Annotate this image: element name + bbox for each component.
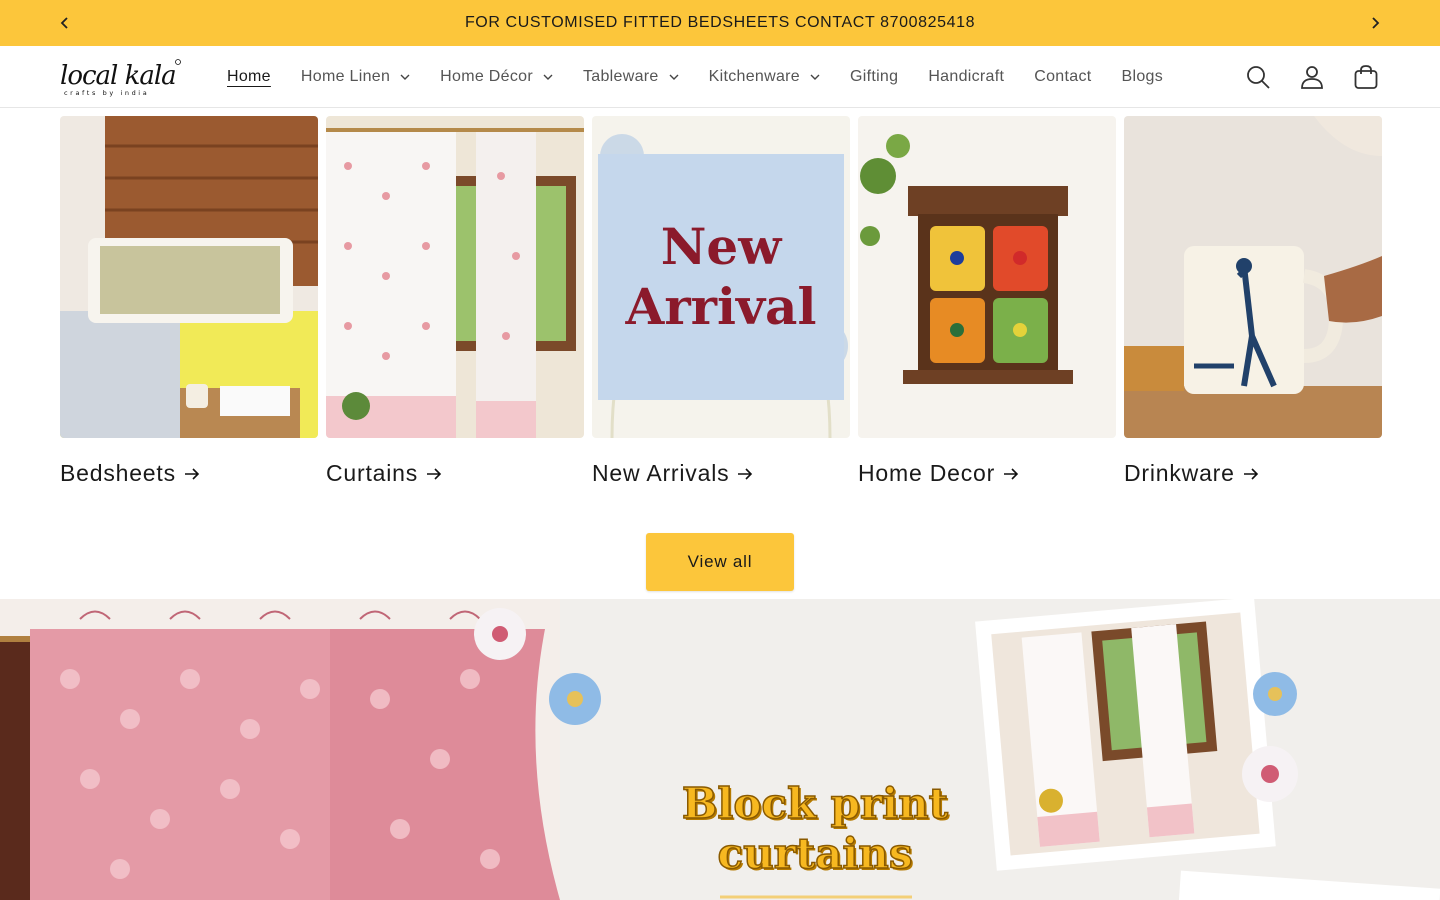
arrow-right-icon [427,467,442,480]
chevron-left-icon [60,17,68,29]
nav-item-home-decor[interactable]: Home Décor [425,46,568,108]
announcement-text: FOR CUSTOMISED FITTED BEDSHEETS CONTACT … [464,14,976,31]
nav-item-label: Handicraft [928,68,1005,85]
bedsheets-image [60,116,318,438]
collection-card-title: Curtains [326,460,419,486]
chevron-down-icon [669,74,679,80]
site-header: local kala crafts by india Home Home Lin… [0,46,1440,108]
nav-item-label: Kitchenware [708,68,800,85]
chevron-down-icon [400,74,410,80]
new-arrival-text-line2: Arrival [625,277,817,336]
view-all-button[interactable]: View all [646,533,794,591]
nav-item-home-linen[interactable]: Home Linen [286,46,425,108]
nav-item-label: Home Linen [300,68,391,85]
nav-item-gifting[interactable]: Gifting [835,46,913,108]
main-nav: Home Home Linen Home Décor Tableware Kit… [212,46,1178,108]
chevron-down-icon [543,74,553,80]
svg-text:local kala: local kala [60,61,176,91]
nav-item-label: Home Décor [440,68,533,85]
hero-banner[interactable]: Block print curtains [0,599,1440,900]
new-arrival-text-line1: New [661,217,784,276]
announcement-bar: FOR CUSTOMISED FITTED BEDSHEETS CONTACT … [0,0,1440,46]
nav-item-blogs[interactable]: Blogs [1107,46,1179,108]
search-icon [1247,66,1270,89]
site-logo[interactable]: local kala crafts by india [58,56,182,98]
announcement-next-button[interactable] [1352,0,1398,46]
drinkware-image [1124,116,1382,438]
nav-item-tableware[interactable]: Tableware [568,46,694,108]
nav-item-label: Home [227,68,271,85]
localkala-logo-icon: local kala crafts by india [60,59,181,97]
nav-item-kitchenware[interactable]: Kitchenware [694,46,835,108]
banner-title-line2: curtains [717,828,914,879]
banner-title-line1: Block print [681,778,949,829]
home-decor-image [858,116,1116,438]
account-button[interactable] [1296,61,1328,93]
collection-card-new-arrivals[interactable]: New Arrival New Arrivals [592,116,850,487]
collection-card-title: Bedsheets [60,460,176,486]
chevron-right-icon [1372,17,1380,29]
collection-card-home-decor[interactable]: Home Decor [858,116,1116,487]
announcement-prev-button[interactable] [42,0,88,46]
collection-card-title: Home Decor [858,460,996,486]
cart-icon [1354,65,1378,89]
banner-title: Block print curtains [650,778,980,879]
new-arrivals-image: New Arrival [592,116,850,438]
arrow-right-icon [1004,467,1019,480]
nav-item-label: Tableware [582,68,659,85]
collection-card-title: New Arrivals [592,460,730,486]
nav-item-label: Contact [1034,68,1092,85]
collection-card-bedsheets[interactable]: Bedsheets [60,116,318,487]
collection-card-curtains[interactable]: Curtains [326,116,584,487]
arrow-right-icon [184,467,200,480]
curtains-image [326,116,584,438]
header-icons [1242,46,1382,108]
collection-card-drinkware[interactable]: Drinkware [1124,116,1382,487]
arrow-right-icon [1243,467,1258,480]
nav-item-contact[interactable]: Contact [1019,46,1106,108]
search-button[interactable] [1242,61,1274,93]
account-icon [1301,66,1323,89]
cart-button[interactable] [1350,61,1382,93]
nav-item-label: Blogs [1121,68,1164,85]
svg-text:crafts by india: crafts by india [64,89,149,97]
chevron-down-icon [810,74,820,80]
arrow-right-icon [738,467,753,480]
nav-item-label: Gifting [849,68,899,85]
nav-item-handicraft[interactable]: Handicraft [913,46,1019,108]
nav-item-home[interactable]: Home [212,46,286,108]
collection-list: Bedsheets Curtains New Arrival New Arriv… [60,116,1382,487]
collection-card-title: Drinkware [1124,460,1235,486]
